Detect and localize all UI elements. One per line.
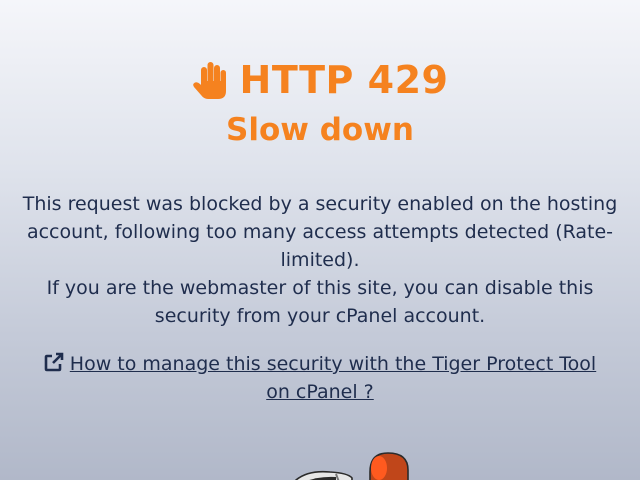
tiger-mascot-icon bbox=[295, 452, 409, 480]
error-subtitle: Slow down bbox=[226, 112, 414, 148]
error-message: This request was blocked by a security e… bbox=[20, 190, 620, 330]
external-link-icon bbox=[44, 352, 64, 372]
message-blocked-text: This request was blocked by a security e… bbox=[22, 193, 618, 271]
hand-stop-icon bbox=[192, 62, 226, 99]
error-heading: HTTP 429 bbox=[0, 58, 640, 102]
error-page: HTTP 429 Slow down This request was bloc… bbox=[0, 0, 640, 480]
error-code: HTTP 429 bbox=[239, 58, 449, 102]
help-link[interactable]: How to manage this security with the Tig… bbox=[70, 353, 596, 403]
help-section: How to manage this security with the Tig… bbox=[30, 350, 610, 406]
message-webmaster-text: If you are the webmaster of this site, y… bbox=[46, 277, 594, 327]
